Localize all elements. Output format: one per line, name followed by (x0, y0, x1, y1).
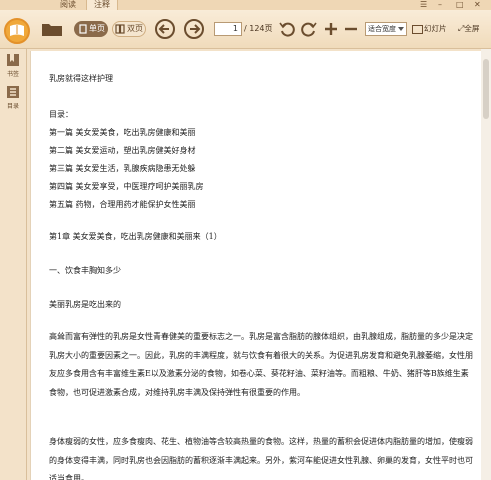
zoom-select-value: 适合宽度 (368, 25, 396, 33)
previous-page-button[interactable] (155, 19, 175, 39)
vertical-scrollbar[interactable] (481, 49, 491, 480)
zoom-in-button[interactable] (322, 20, 340, 38)
open-folder-button[interactable] (40, 19, 64, 39)
toc-heading: 目录： (49, 110, 73, 119)
maximize-icon[interactable]: □ (456, 0, 464, 10)
toc-list-icon (7, 86, 19, 98)
chevron-down-icon (398, 27, 404, 31)
minimize-icon[interactable]: – (438, 0, 442, 10)
rotate-right-button[interactable] (300, 20, 318, 38)
document-title: 乳房就得这样护理 (49, 74, 113, 83)
sidebar: 书签 目录 (0, 49, 27, 480)
close-icon[interactable]: ✕ (474, 0, 481, 10)
zoom-out-button[interactable] (342, 20, 360, 38)
window-menu-icon[interactable]: ☰ (420, 0, 427, 10)
rotate-left-icon (279, 22, 295, 37)
app-logo (4, 18, 30, 44)
rotate-left-button[interactable] (278, 20, 296, 38)
single-page-button[interactable]: 单页 (74, 21, 108, 37)
sidebar-item-label: 书签 (6, 71, 19, 78)
slideshow-icon (412, 24, 423, 34)
body-paragraph: 身体瘦弱的女性，应多食瘦肉、花生、植物油等含较高热量的食物。这样，热量的蓄积会促… (49, 437, 473, 480)
folder-icon (42, 24, 62, 36)
double-page-label: 双页 (127, 24, 143, 33)
section-heading: 一、饮食丰胸知多少 (49, 266, 121, 275)
toc-item: 第二篇 美女爱运动，塑出乳房健美好身材 (49, 146, 196, 155)
body-paragraph: 高耸而富有弹性的乳房是女性青春健美的重要标志之一。乳房是富含脂肪的腺体组织，由乳… (49, 332, 473, 397)
plus-icon (325, 23, 337, 35)
document-page: 乳房就得这样护理 目录： 第一篇 美女爱美食，吃出乳房健康和美丽 第二篇 美女爱… (30, 51, 481, 480)
tab-annotate[interactable]: 注释 (86, 0, 118, 10)
toc-item: 第五篇 药物，合理用药才能保护女性美丽 (49, 200, 196, 209)
fullscreen-label: 全屏 (464, 24, 480, 33)
page-total: / 124页 (244, 24, 273, 33)
arrow-left-icon (158, 24, 169, 34)
sidebar-item-bookmarks[interactable]: 书签 (3, 53, 23, 78)
fullscreen-button[interactable]: ⤢全屏 (458, 22, 479, 36)
slideshow-button[interactable]: 幻灯片 (412, 22, 447, 36)
toc-item: 第三篇 美女爱生活，乳腺疾病隐患无处躲 (49, 164, 196, 173)
bookmark-icon (7, 54, 19, 66)
tab-read[interactable]: 阅读 (52, 0, 84, 10)
sidebar-item-toc[interactable]: 目录 (3, 85, 23, 110)
arrow-right-icon (190, 24, 201, 34)
toc-item: 第四篇 美女爱享受，中医理疗呵护美丽乳房 (49, 182, 204, 191)
single-page-icon (79, 24, 87, 34)
page-number-input[interactable]: 1 (214, 22, 242, 36)
scrollbar-thumb[interactable] (483, 59, 489, 119)
chapter-heading: 第1章 美女爱美食，吃出乳房健康和美丽来（1） (49, 232, 222, 241)
sidebar-item-label: 目录 (6, 103, 19, 110)
next-page-button[interactable] (184, 19, 204, 39)
double-page-icon (115, 24, 125, 34)
rotate-right-icon (301, 22, 317, 37)
book-logo-icon (10, 24, 24, 36)
double-page-button[interactable]: 双页 (112, 21, 146, 37)
zoom-select[interactable]: 适合宽度 (365, 22, 407, 36)
toc-item: 第一篇 美女爱美食，吃出乳房健康和美丽 (49, 128, 196, 137)
title-bar: 阅读 注释 ☰ – □ ✕ (0, 0, 491, 10)
single-page-label: 单页 (89, 24, 105, 33)
subsection-heading: 美丽乳房是吃出来的 (49, 300, 121, 309)
slideshow-label: 幻灯片 (424, 24, 447, 33)
minus-icon (345, 27, 357, 31)
